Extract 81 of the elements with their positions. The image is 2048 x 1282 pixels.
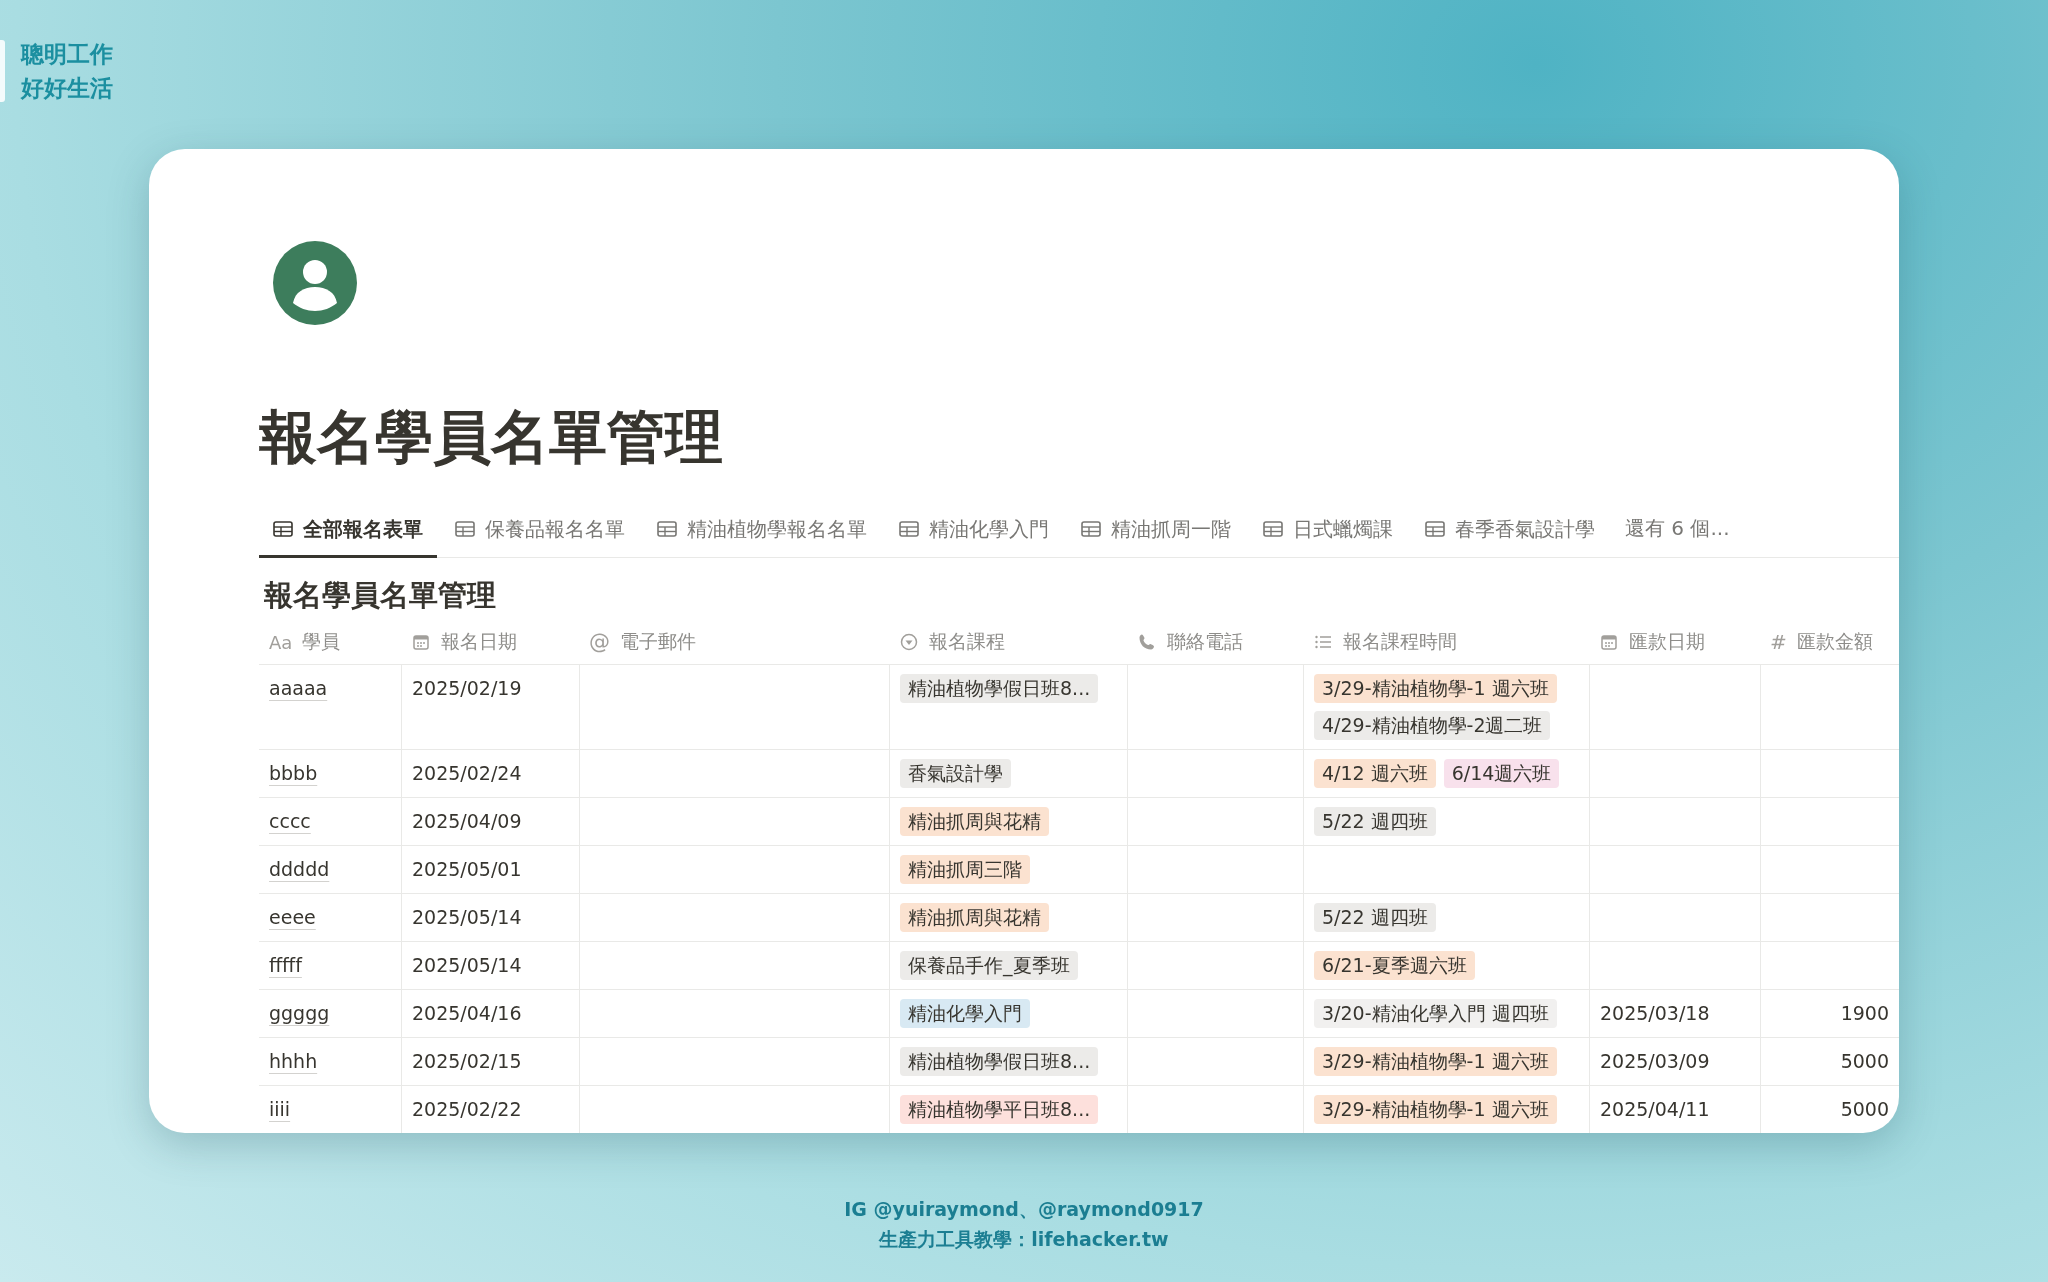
column-header[interactable]: 報名日期 bbox=[401, 620, 579, 665]
table-cell: 2025/05/14 bbox=[401, 942, 579, 990]
column-header[interactable]: # 匯款金額 bbox=[1760, 620, 1899, 665]
column-header[interactable]: @ 電子郵件 bbox=[579, 620, 889, 665]
course-tag: 精油植物學假日班8... bbox=[900, 674, 1099, 703]
table-cell: 2025/03/18 bbox=[1589, 990, 1760, 1038]
table-icon bbox=[273, 521, 293, 537]
table-cell: 2025/03/09 bbox=[1589, 1038, 1760, 1086]
footer-text: 生產力工具教學：lifehacker.tw bbox=[879, 1227, 1169, 1252]
schedule-tag: 6/21-夏季週六班 bbox=[1314, 951, 1475, 980]
page-title: 報名學員名單管理 bbox=[259, 402, 724, 473]
footer-text: IG @yuiraymond、@raymond0917 bbox=[844, 1197, 1204, 1222]
schedule-tag: 3/29-精油植物學-1 週六班 bbox=[1314, 674, 1557, 703]
table-cell: 2025/05/14 bbox=[401, 894, 579, 942]
schedule-tag: 6/14週六班 bbox=[1443, 759, 1560, 788]
table-title: 報名學員名單管理 bbox=[264, 577, 497, 614]
column-type-icon: Aa bbox=[269, 631, 293, 653]
view-tab[interactable]: 日式蠟燭課 bbox=[1249, 515, 1407, 558]
student-name[interactable]: ggggg bbox=[269, 999, 330, 1028]
user-avatar-icon bbox=[273, 241, 357, 325]
table-cell: 1900 bbox=[1760, 990, 1899, 1038]
view-tab[interactable]: 精油抓周一階 bbox=[1067, 515, 1245, 558]
table-cell: 2025/04/11 bbox=[1589, 1086, 1760, 1133]
schedule-tag: 4/29-精油植物學-2週二班 bbox=[1314, 711, 1551, 740]
student-name[interactable]: bbbb bbox=[269, 759, 318, 788]
student-name[interactable]: fffff bbox=[269, 951, 302, 980]
course-tag: 香氣設計學 bbox=[900, 759, 1011, 788]
column-header[interactable]: 報名課程時間 bbox=[1303, 620, 1589, 665]
schedule-tag: 4/12 週六班 bbox=[1314, 759, 1436, 788]
view-tab[interactable]: 精油化學入門 bbox=[885, 515, 1063, 558]
course-tag: 精油化學入門 bbox=[900, 999, 1030, 1028]
column-type-icon: # bbox=[1770, 630, 1787, 654]
brand-bar bbox=[0, 40, 5, 102]
chevron-circle-icon bbox=[899, 632, 919, 652]
column-header[interactable]: Aa 學員 bbox=[259, 620, 401, 665]
column-type-icon: @ bbox=[589, 630, 610, 654]
table-cell: 2025/04/09 bbox=[401, 798, 579, 846]
table-cell: 2025/02/22 bbox=[401, 1086, 579, 1133]
table-cell: 5000 bbox=[1760, 1086, 1899, 1133]
course-tag: 保養品手作_夏季班 bbox=[900, 951, 1078, 980]
student-name[interactable]: cccc bbox=[269, 807, 311, 836]
view-tab[interactable]: 春季香氣設計學 bbox=[1411, 515, 1609, 558]
column-header[interactable]: 匯款日期 bbox=[1589, 620, 1760, 665]
table-icon bbox=[1263, 521, 1283, 537]
table-cell: 2025/04/16 bbox=[401, 990, 579, 1038]
more-views-link[interactable]: 還有 6 個... bbox=[1613, 515, 1742, 557]
student-name[interactable]: eeee bbox=[269, 903, 316, 932]
student-name[interactable]: iiii bbox=[269, 1095, 291, 1124]
view-tab[interactable]: 全部報名表單 bbox=[259, 515, 437, 558]
table-cell: 2025/02/19 bbox=[401, 665, 579, 750]
schedule-tag: 3/29-精油植物學-1 週六班 bbox=[1314, 1047, 1557, 1076]
course-tag: 精油抓周三階 bbox=[900, 855, 1030, 884]
table-cell: 5000 bbox=[1760, 1038, 1899, 1086]
table-icon bbox=[899, 521, 919, 537]
calendar-icon bbox=[411, 632, 431, 652]
course-tag: 精油抓周與花精 bbox=[900, 807, 1049, 836]
table-icon bbox=[455, 521, 475, 537]
calendar-icon bbox=[1599, 632, 1619, 652]
column-header[interactable]: 報名課程 bbox=[889, 620, 1127, 665]
course-tag: 精油植物學平日班8... bbox=[900, 1095, 1099, 1124]
view-tab[interactable]: 保養品報名名單 bbox=[441, 515, 639, 558]
table-icon bbox=[1425, 521, 1445, 537]
view-tab[interactable]: 精油植物學報名名單 bbox=[643, 515, 881, 558]
course-tag: 精油抓周與花精 bbox=[900, 903, 1049, 932]
table-cell: 2025/05/01 bbox=[401, 846, 579, 894]
schedule-tag: 3/20-精油化學入門 週四班 bbox=[1314, 999, 1557, 1028]
schedule-tag: 5/22 週四班 bbox=[1314, 903, 1436, 932]
schedule-tag: 5/22 週四班 bbox=[1314, 807, 1436, 836]
student-name[interactable]: hhhh bbox=[269, 1047, 318, 1076]
brand-text: 好好生活 bbox=[21, 74, 113, 102]
brand-text: 聰明工作 bbox=[21, 40, 113, 68]
course-tag: 精油植物學假日班8... bbox=[900, 1047, 1099, 1076]
column-header[interactable]: 聯絡電話 bbox=[1127, 620, 1303, 665]
table-icon bbox=[657, 521, 677, 537]
phone-icon bbox=[1137, 632, 1157, 652]
schedule-tag: 3/29-精油植物學-1 週六班 bbox=[1314, 1095, 1557, 1124]
student-name[interactable]: ddddd bbox=[269, 855, 330, 884]
table-icon bbox=[1081, 521, 1101, 537]
table-cell: 2025/02/15 bbox=[401, 1038, 579, 1086]
student-name[interactable]: aaaaa bbox=[269, 674, 328, 703]
table-cell: 2025/02/24 bbox=[401, 750, 579, 798]
